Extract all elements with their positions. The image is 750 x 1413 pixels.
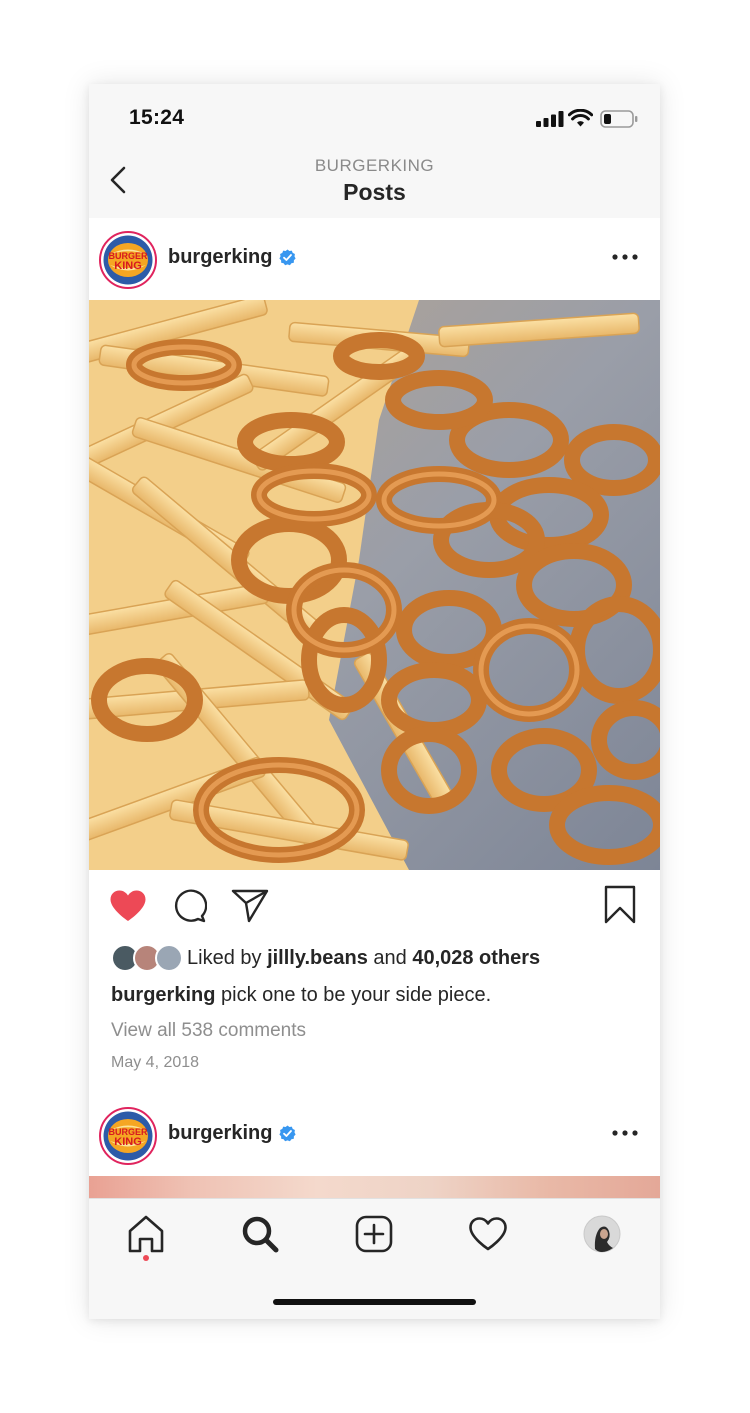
burgerking-logo-avatar[interactable]: BURGER KING <box>99 231 157 289</box>
post-header: BURGER KING burgerking <box>89 1094 660 1176</box>
home-indicator <box>273 1299 476 1305</box>
bottom-tab-bar <box>89 1198 660 1319</box>
liker-username[interactable]: jillly.beans <box>267 947 368 969</box>
post-author[interactable]: burgerking <box>168 246 297 269</box>
post-username[interactable]: burgerking <box>168 1122 272 1145</box>
view-comments-link[interactable]: View all 538 comments <box>111 1020 306 1042</box>
battery-icon <box>600 110 638 128</box>
post-username[interactable]: burgerking <box>168 246 272 269</box>
home-icon[interactable] <box>126 1214 166 1254</box>
heart-filled-icon[interactable] <box>109 889 147 923</box>
liker-avatar <box>155 944 183 972</box>
caption-username[interactable]: burgerking <box>111 984 215 1006</box>
wifi-icon <box>568 109 593 127</box>
cellular-signal-icon <box>536 111 564 127</box>
profile-avatar[interactable] <box>583 1215 621 1253</box>
more-options-icon[interactable] <box>611 252 639 262</box>
bookmark-icon[interactable] <box>604 885 636 925</box>
verified-badge-icon <box>279 1125 297 1142</box>
svg-text:KING: KING <box>114 1136 142 1148</box>
comment-icon[interactable] <box>171 888 207 924</box>
post-header: BURGER KING burgerking <box>89 218 660 300</box>
status-time: 15:24 <box>129 106 185 129</box>
liker-avatars <box>111 944 183 972</box>
home-notification-dot <box>143 1255 149 1261</box>
svg-text:KING: KING <box>114 260 142 272</box>
liked-by-prefix: Liked by <box>187 946 268 969</box>
search-icon[interactable] <box>240 1214 280 1254</box>
page-title: Posts <box>343 179 406 205</box>
likes-count[interactable]: 40,028 others <box>412 947 540 969</box>
nav-subtitle: BURGERKING <box>314 156 435 175</box>
caption-text: pick one to be your side piece. <box>215 984 492 1006</box>
post-author[interactable]: burgerking <box>168 1122 297 1145</box>
next-post-image-peek[interactable] <box>89 1176 660 1200</box>
post-image[interactable] <box>89 300 660 870</box>
likes-and: and <box>367 946 413 969</box>
verified-badge-icon <box>279 249 297 266</box>
post-caption: burgerking pick one to be your side piec… <box>111 984 491 1007</box>
burgerking-logo-avatar[interactable]: BURGER KING <box>99 1107 157 1165</box>
likes-text: Liked by jillly.beans and 40,028 others <box>187 947 540 970</box>
post-actions <box>89 870 660 942</box>
nav-header: BURGERKING Posts <box>89 146 660 219</box>
new-post-icon[interactable] <box>354 1214 394 1254</box>
more-options-icon[interactable] <box>611 1128 639 1138</box>
post-date: May 4, 2018 <box>111 1054 200 1071</box>
status-bar: 15:24 <box>89 84 660 146</box>
activity-heart-icon[interactable] <box>468 1214 508 1254</box>
fries-and-onion-rings-image <box>89 300 660 870</box>
likes-summary[interactable]: Liked by jillly.beans and 40,028 others <box>111 944 540 972</box>
phone-screen: 15:24 BURGERKING Posts BURGER KING burge… <box>89 84 660 1319</box>
share-icon[interactable] <box>231 888 269 924</box>
